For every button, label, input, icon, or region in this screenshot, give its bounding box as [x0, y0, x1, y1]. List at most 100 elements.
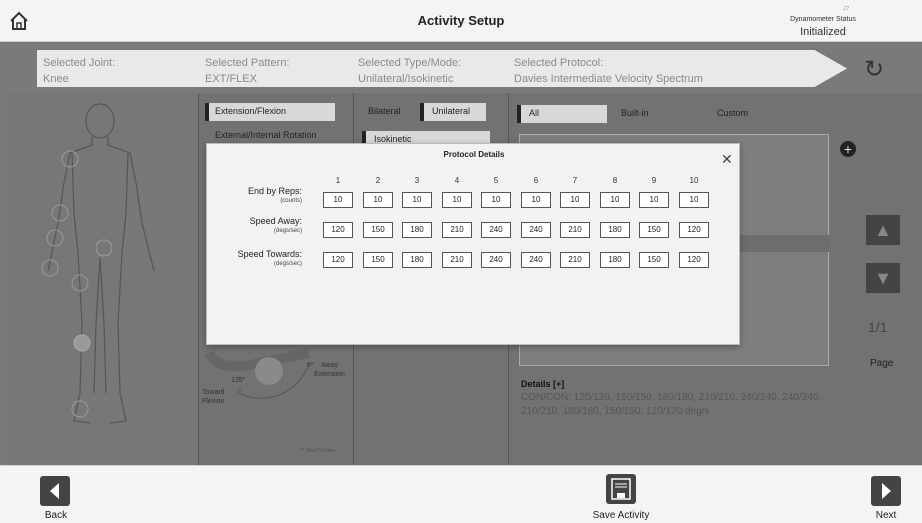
page-label: Page: [870, 358, 894, 369]
row-unit-text: (counts): [280, 198, 302, 204]
rep-number: 4: [454, 176, 460, 185]
add-protocol-icon[interactable]: +: [840, 141, 856, 157]
range-of-motion-diagram: 0° Away Extension 135° Toward Flexion St…: [202, 348, 345, 454]
protocol-value-cell[interactable]: 10: [639, 192, 669, 208]
rep-number: 8: [612, 176, 618, 185]
protocol-value-cell[interactable]: 10: [600, 192, 630, 208]
protocol-value-cell[interactable]: 240: [521, 222, 551, 238]
diagram-toward-label: Toward: [202, 389, 225, 396]
protocol-value-cell[interactable]: 150: [363, 222, 393, 238]
dynamometer-status-label: Dynamometer Status: [790, 16, 856, 23]
rep-number: 10: [689, 176, 699, 185]
protocol-value-cell[interactable]: 210: [560, 222, 590, 238]
protocol-value-cell[interactable]: 10: [560, 192, 590, 208]
protocol-value-cell[interactable]: 240: [481, 252, 511, 268]
row-label-text: End by Reps:: [247, 186, 302, 196]
selected-protocol-value: Davies Intermediate Velocity Spectrum: [514, 73, 703, 85]
protocol-value-cell[interactable]: 10: [363, 192, 393, 208]
pattern-item-extension-flexion[interactable]: Extension/Flexion: [205, 103, 335, 121]
rep-number: 9: [651, 176, 657, 185]
page-up-button[interactable]: ▲: [866, 215, 900, 245]
tab-built-in[interactable]: Built-in: [613, 105, 657, 123]
row-label-text: Speed Towards:: [237, 249, 302, 259]
tab-all[interactable]: All: [517, 105, 607, 123]
protocol-value-cell[interactable]: 240: [481, 222, 511, 238]
row-label-speed-away: Speed Away: (degs/sec): [207, 216, 302, 236]
protocol-value-cell[interactable]: 150: [363, 252, 393, 268]
row-unit-text: (degs/sec): [273, 261, 302, 267]
tab-bilateral[interactable]: Bilateral: [360, 103, 409, 121]
protocol-details-dialog: Protocol Details ✕ End by Reps: (counts)…: [206, 143, 740, 345]
tab-custom[interactable]: Custom: [709, 105, 756, 123]
protocol-value-cell[interactable]: 180: [600, 252, 630, 268]
page-down-button[interactable]: ▼: [866, 263, 900, 293]
protocol-value-cell[interactable]: 120: [323, 222, 353, 238]
save-activity-button[interactable]: [606, 474, 636, 504]
back-label: Back: [44, 510, 68, 521]
row-label-end-by-reps: End by Reps: (counts): [207, 186, 302, 206]
body-figure[interactable]: [8, 93, 198, 465]
protocol-value-cell[interactable]: 240: [521, 252, 551, 268]
next-arrow-icon: [882, 483, 891, 499]
selected-type-label: Selected Type/Mode:: [358, 57, 462, 69]
selected-pattern-value: EXT/FLEX: [205, 73, 257, 85]
protocol-value-cell[interactable]: 10: [323, 192, 353, 208]
close-icon[interactable]: ✕: [721, 152, 733, 166]
protocol-value-cell[interactable]: 180: [402, 222, 432, 238]
protocol-value-cell[interactable]: 10: [481, 192, 511, 208]
selected-pattern-label: Selected Pattern:: [205, 57, 290, 69]
protocol-value-cell[interactable]: 150: [639, 222, 669, 238]
dynamometer-status-icon: ▱: [843, 3, 850, 12]
diagram-start-position: Start Position: [306, 448, 336, 454]
rep-number: 3: [414, 176, 420, 185]
protocol-value-cell[interactable]: 180: [600, 222, 630, 238]
protocol-value-cell[interactable]: 180: [402, 252, 432, 268]
body-selector: [8, 93, 198, 465]
row-unit-text: (degs/sec): [273, 228, 302, 234]
protocol-value-cell[interactable]: 150: [639, 252, 669, 268]
rep-number: 7: [572, 176, 578, 185]
row-label-text: Speed Away:: [249, 216, 302, 226]
diagram-angle-start: 0°: [307, 361, 314, 369]
protocol-value-cell[interactable]: 120: [679, 252, 709, 268]
details-heading[interactable]: Details [+]: [521, 379, 564, 389]
diagram-away-label: Away: [321, 362, 338, 369]
diagram-angle-end: 135°: [231, 376, 246, 384]
protocol-value-cell[interactable]: 10: [679, 192, 709, 208]
protocol-value-cell[interactable]: 210: [560, 252, 590, 268]
selected-joint-value: Knee: [43, 73, 69, 85]
protocol-value-cell[interactable]: 210: [442, 252, 472, 268]
protocol-value-cell[interactable]: 120: [679, 222, 709, 238]
save-activity-label: Save Activity: [592, 510, 650, 521]
back-arrow-icon: [50, 483, 59, 499]
protocol-value-cell[interactable]: 10: [442, 192, 472, 208]
refresh-icon[interactable]: ↻: [864, 58, 884, 82]
selected-joint-label: Selected Joint:: [43, 57, 116, 69]
dynamometer-status-value: Initialized: [800, 26, 846, 38]
bottom-bar: Back Save Activity Next: [0, 465, 922, 523]
protocol-value-cell[interactable]: 210: [442, 222, 472, 238]
row-label-speed-towards: Speed Towards: (degs/sec): [207, 249, 302, 269]
rep-number: 2: [375, 176, 381, 185]
selected-type-value: Unilateral/Isokinetic: [358, 73, 454, 85]
dialog-title: Protocol Details: [443, 150, 505, 159]
next-button[interactable]: [871, 476, 901, 506]
selection-summary: Selected Joint: Knee Selected Pattern: E…: [37, 50, 847, 87]
page-number: 1/1: [868, 319, 888, 335]
next-label: Next: [875, 510, 897, 521]
diagram-extension-label: Extension: [314, 371, 345, 378]
details-text: CON/CON: 120/120, 150/150, 180/180, 210/…: [521, 392, 822, 417]
tab-unilateral[interactable]: Unilateral: [420, 103, 486, 121]
protocol-value-cell[interactable]: 10: [402, 192, 432, 208]
side-column: + ▲ ▼ 1/1 Page: [840, 93, 922, 465]
protocol-value-cell[interactable]: 10: [521, 192, 551, 208]
save-icon: [611, 478, 631, 500]
rep-number: 5: [493, 176, 499, 185]
rep-number: 1: [335, 176, 341, 185]
diagram-flexion-label: Flexion: [202, 398, 225, 405]
rep-number: 6: [533, 176, 539, 185]
back-button[interactable]: [40, 476, 70, 506]
selected-protocol-label: Selected Protocol:: [514, 57, 604, 69]
top-bar: Activity Setup ▱ Dynamometer Status Init…: [0, 0, 922, 42]
protocol-value-cell[interactable]: 120: [323, 252, 353, 268]
